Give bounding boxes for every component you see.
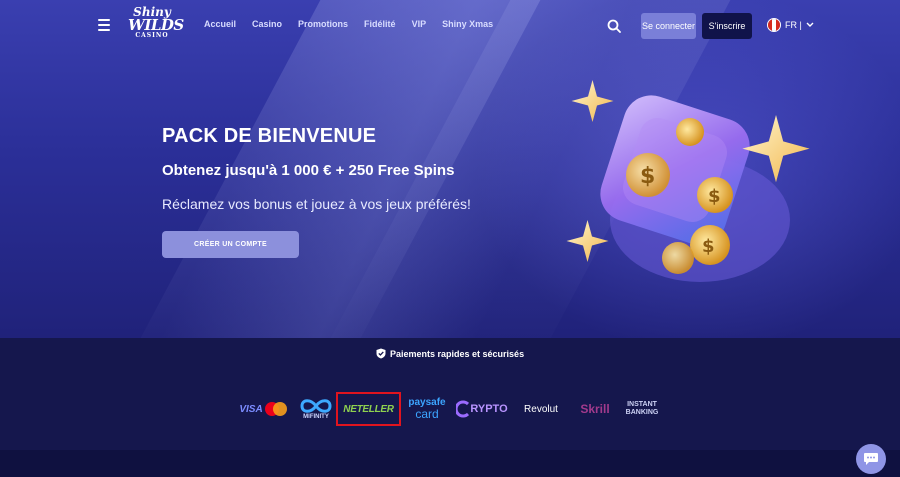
paysafecard-logo: paysafe card [408,397,446,421]
hero-title: PACK DE BIENVENUE [162,125,377,147]
flag-icon [767,18,781,32]
mastercard-icon [264,402,287,416]
shield-check-icon [376,348,386,359]
language-selector[interactable]: FR | [767,18,814,32]
chat-button[interactable] [856,444,886,474]
infinity-icon [300,399,332,413]
secure-payments-notice: Paiements rapides et sécurisés [376,348,524,359]
top-header: Shiny WILDS CASINO Accueil Casino Promot… [0,0,900,52]
chevron-down-icon [806,22,814,27]
visa-mastercard-logo: VISA [238,392,290,426]
nav-item-casino[interactable]: Casino [252,19,282,29]
skrill-logo: Skrill [580,402,610,416]
hero-subtitle: Obtenez jusqu'à 1 000 € + 250 Free Spins [162,162,455,179]
nav-item-promotions[interactable]: Promotions [298,19,348,29]
svg-text:$: $ [640,164,655,189]
login-button[interactable]: Se connecter [641,13,696,39]
chat-icon [864,453,878,465]
search-icon[interactable] [607,19,621,33]
language-label: FR | [785,20,802,30]
hero-banner: Shiny WILDS CASINO Accueil Casino Promot… [0,0,900,338]
revolut-logo: Revolut [524,403,558,415]
crypto-logo: RYPTO [456,392,508,426]
main-nav: Accueil Casino Promotions Fidélité VIP S… [204,19,509,29]
crypto-c-icon [456,400,470,418]
neteller-logo: NETELLER [336,392,401,426]
mifinity-logo: MIFINITY [296,392,336,426]
menu-icon[interactable] [98,19,110,31]
nav-item-accueil[interactable]: Accueil [204,19,236,29]
dice-illustration: $ $ $ [566,80,810,282]
footer-strip [0,450,900,477]
svg-text:$: $ [708,186,721,207]
hero-description: Réclamez vos bonus et jouez à vos jeux p… [162,196,471,212]
create-account-button[interactable]: CRÉER UN COMPTE [162,231,299,258]
nav-item-shiny-xmas[interactable]: Shiny Xmas [442,19,493,29]
nav-item-vip[interactable]: VIP [412,19,427,29]
payment-methods: VISA MIFINITY NETELLER paysafe card RYPT… [236,392,666,426]
svg-text:$: $ [702,236,715,257]
site-logo[interactable]: Shiny WILDS CASINO [128,6,184,46]
signup-button[interactable]: S'inscrire [702,13,752,39]
secure-payments-text: Paiements rapides et sécurisés [390,348,525,359]
instant-banking-logo: INSTANT BANKING [625,401,659,416]
nav-item-fidelite[interactable]: Fidélité [364,19,396,29]
